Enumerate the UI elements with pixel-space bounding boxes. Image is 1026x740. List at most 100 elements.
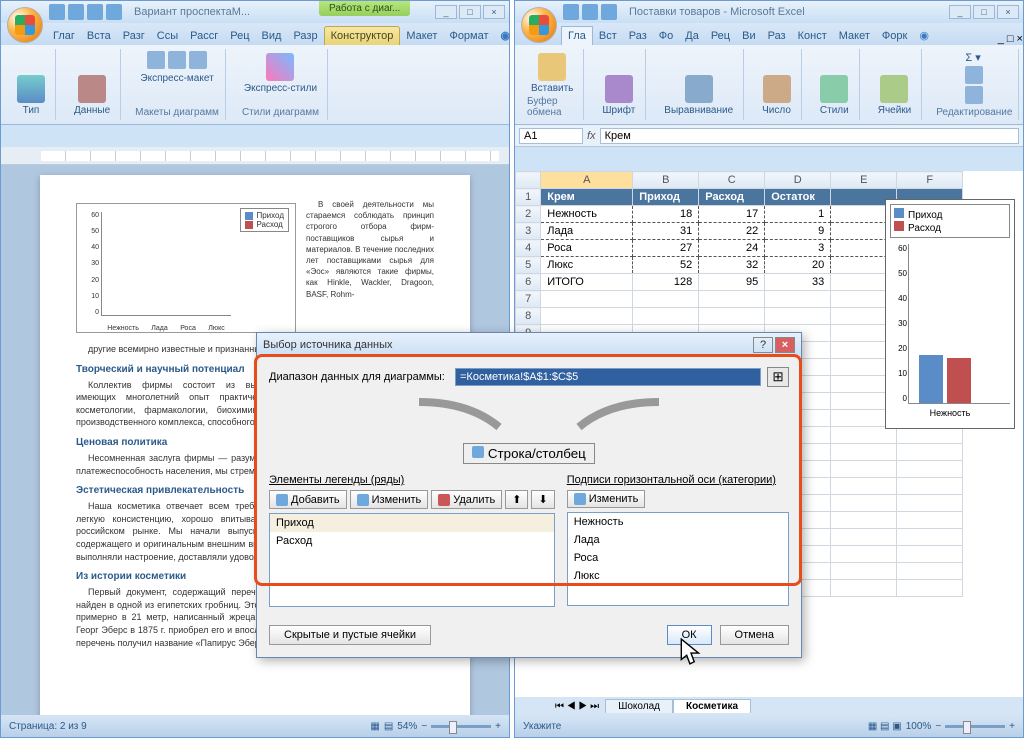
cancel-button[interactable]: Отмена [720,625,789,645]
excel-titlebar: Поставки товаров - Microsoft Excel _ □ × [515,1,1023,23]
sheet-tab-1[interactable]: Шоколад [605,699,673,713]
zoom-control[interactable]: ▦ ▤ 54% −+ [370,721,501,732]
chart-data-button[interactable]: Данные [70,73,114,118]
category-item[interactable]: Люкс [568,567,788,585]
series-item[interactable]: Приход [270,514,554,532]
ok-button[interactable]: ОК [667,625,712,645]
layout-preset-icon[interactable] [189,51,207,69]
category-item[interactable]: Нежность [568,513,788,531]
tab-mailings[interactable]: Рассг [184,27,224,45]
move-down-button[interactable]: ⬇ [531,490,554,509]
sheet-tab-2[interactable]: Косметика [673,699,751,713]
tab-design[interactable]: Конст [792,27,833,45]
tab-developer[interactable]: Разр [287,27,323,45]
maximize-button[interactable]: □ [459,5,481,19]
minimize-button[interactable]: _ [435,5,457,19]
sheet-nav-icon[interactable]: ⏮ ◀ ▶ ⏭ [555,701,599,712]
tab-formulas[interactable]: Фо [653,27,679,45]
category-item[interactable]: Лада [568,531,788,549]
tab-insert[interactable]: Вста [81,27,117,45]
tab-view[interactable]: Вид [256,27,288,45]
close-button[interactable]: × [483,5,505,19]
undo-icon[interactable] [68,4,84,20]
view-icon[interactable]: ▤ [384,721,393,732]
tab-pagelayout[interactable]: Раз [623,27,653,45]
tab-references[interactable]: Ссы [151,27,184,45]
select-data-source-dialog: Выбор источника данных ? × Диапазон данн… [256,332,802,658]
redo-icon[interactable] [87,4,103,20]
align-button[interactable]: Выравнивание [660,73,737,118]
group-layouts-label: Макеты диаграмм [135,107,219,118]
save-icon[interactable] [49,4,65,20]
minimize-button[interactable]: _ [949,5,971,19]
move-up-button[interactable]: ⬆ [505,490,528,509]
tab-home[interactable]: Гла [561,26,593,45]
layout-preset-icon[interactable] [147,51,165,69]
axis-labels-label: Подписи горизонтальной оси (категории) [567,474,789,486]
dialog-titlebar[interactable]: Выбор источника данных ? × [257,333,801,357]
close-button[interactable]: × [775,337,795,353]
tab-review[interactable]: Рец [224,27,255,45]
switch-row-column-button[interactable]: Строка/столбец [463,443,595,464]
help-icon[interactable]: ◉ [495,26,517,45]
fx-icon[interactable]: fx [587,130,596,142]
chart-styles-button[interactable]: Экспресс-стили [240,51,321,96]
help-button[interactable]: ? [753,337,773,353]
range-selector-button[interactable]: ⊞ [767,367,789,387]
tab-insert[interactable]: Вст [593,27,623,45]
page-indicator[interactable]: Страница: 2 из 9 [9,721,87,732]
tab-layout[interactable]: Макет [833,27,876,45]
font-button[interactable]: Шрифт [598,73,639,118]
chart-type-button[interactable]: Тип [13,73,49,118]
name-box[interactable] [519,128,583,144]
excel-chart-xlabel: Нежность [890,408,1010,418]
category-item[interactable]: Роса [568,549,788,567]
maximize-button[interactable]: □ [973,5,995,19]
tab-format[interactable]: Форк [876,27,913,45]
tab-chart-layout[interactable]: Макет [400,27,443,45]
undo-icon[interactable] [582,4,598,20]
number-button[interactable]: Число [758,73,795,118]
edit-categories-button[interactable]: Изменить [567,490,646,508]
tab-format[interactable]: Формат [443,27,494,45]
qat-icon[interactable] [106,4,122,20]
embedded-chart[interactable]: Приход Расход 6050403020100 НежностьЛада… [76,203,296,333]
delete-series-button[interactable]: Удалить [431,490,502,509]
word-titlebar: Вариант проспектаM... _ □ × [1,1,509,23]
formula-input[interactable] [600,128,1019,144]
tab-developer[interactable]: Раз [762,27,792,45]
tab-design[interactable]: Конструктор [324,26,401,45]
add-series-button[interactable]: Добавить [269,490,347,509]
office-button[interactable] [7,7,43,43]
cells-button[interactable]: Ячейки [874,73,916,118]
series-listbox[interactable]: Приход Расход [269,513,555,607]
clipboard-label: Буфер обмена [527,96,577,118]
styles-button[interactable]: Стили [816,73,853,118]
save-icon[interactable] [563,4,579,20]
excel-embedded-chart[interactable]: Приход Расход 6050403020100 Нежность [885,199,1015,429]
ruler[interactable] [1,147,509,165]
categories-listbox[interactable]: Нежность Лада Роса Люкс [567,512,789,606]
tab-layout[interactable]: Разг [117,27,151,45]
paste-button[interactable]: Вставить [527,51,577,96]
office-button-excel[interactable] [521,7,557,43]
zoom-control[interactable]: ▦ ▤ ▣ 100% −+ [868,721,1015,732]
edit-series-button[interactable]: Изменить [350,490,429,509]
series-item[interactable]: Расход [270,532,554,550]
close-button[interactable]: × [997,5,1019,19]
excel-ribbon-tabs: Гла Вст Раз Фо Да Рец Ви Раз Конст Макет… [515,23,1023,45]
help-icon[interactable]: ◉ [913,26,935,45]
zoom-value[interactable]: 54% [397,721,417,732]
clear-icon[interactable] [965,86,983,104]
range-input[interactable] [455,368,761,386]
tab-data[interactable]: Да [679,27,705,45]
redo-icon[interactable] [601,4,617,20]
hidden-cells-button[interactable]: Скрытые и пустые ячейки [269,625,431,645]
tab-view[interactable]: Ви [736,27,761,45]
fill-icon[interactable] [965,66,983,84]
layout-preset-icon[interactable] [168,51,186,69]
tab-review[interactable]: Рец [705,27,736,45]
tab-home[interactable]: Глаг [47,27,81,45]
quick-layout-label[interactable]: Экспресс-макет [140,73,213,84]
view-icon[interactable]: ▦ [370,721,379,732]
